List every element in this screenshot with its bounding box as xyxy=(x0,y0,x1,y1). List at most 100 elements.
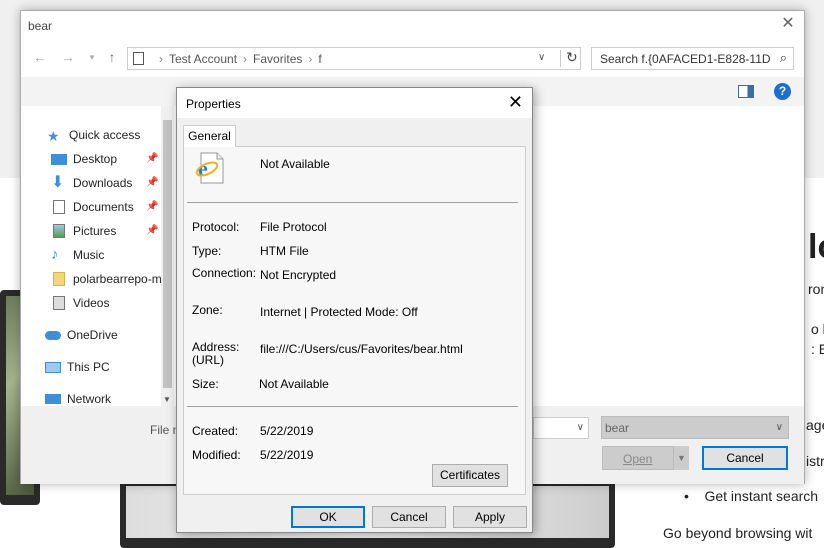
type-label: Type: xyxy=(192,244,222,258)
sidebar-item-label: OneDrive xyxy=(67,328,118,342)
up-arrow-icon[interactable]: ↑ xyxy=(105,49,119,65)
tab-general[interactable]: General xyxy=(183,125,236,147)
address-bar[interactable]: › Test Account › Favorites › f ∨ ↻ xyxy=(127,47,581,70)
sidebar-item-this-pc[interactable]: This PC xyxy=(45,357,110,377)
sidebar-item-pictures[interactable]: Pictures xyxy=(51,221,116,241)
pin-icon[interactable]: 📌 xyxy=(146,177,158,188)
open-dropdown-arrow-icon[interactable]: ▼ xyxy=(673,446,689,470)
apply-button[interactable]: Apply xyxy=(453,506,527,528)
bg-line-1: ron xyxy=(808,281,824,297)
videos-icon xyxy=(53,296,65,310)
zone-value: Internet | Protected Mode: Off xyxy=(260,305,418,319)
sidebar-item-documents[interactable]: Documents xyxy=(51,197,134,217)
properties-title: Properties xyxy=(186,97,241,111)
desktop-folder-icon xyxy=(51,153,67,165)
modified-label: Modified: xyxy=(192,448,241,462)
sidebar-item-label: polarbearrepo-m xyxy=(73,272,162,286)
sidebar-scrollbar[interactable]: ▼ xyxy=(161,106,174,406)
documents-icon xyxy=(53,200,65,214)
connection-label: Connection: xyxy=(192,266,257,280)
pictures-icon xyxy=(53,224,65,238)
certificates-button[interactable]: Certificates xyxy=(432,464,508,487)
scroll-down-arrow-icon[interactable]: ▼ xyxy=(163,395,171,404)
download-arrow-icon: ⬇ xyxy=(51,174,65,191)
size-value: Not Available xyxy=(259,377,329,391)
search-input[interactable]: Search f.{0AFACED1-E828-11D... ⌕ xyxy=(591,47,794,70)
divider xyxy=(187,202,518,203)
sidebar-item-quick-access[interactable]: ★ Quick access xyxy=(47,125,140,145)
cancel-button[interactable]: Cancel xyxy=(702,446,788,470)
bg-line-3: : Ex xyxy=(811,341,824,357)
created-label: Created: xyxy=(192,424,239,438)
close-icon[interactable]: ✕ xyxy=(780,16,796,32)
bg-line-2: o br xyxy=(811,321,824,337)
zone-label: Zone: xyxy=(192,303,223,317)
chevron-down-icon[interactable]: ∨ xyxy=(776,422,783,433)
sidebar-item-label: Desktop xyxy=(73,152,118,166)
properties-titlebar: Properties ✕ xyxy=(177,88,532,118)
sidebar-item-label: Music xyxy=(73,248,105,262)
pin-icon[interactable]: 📌 xyxy=(146,153,158,164)
sidebar-item-polarbearrepo[interactable]: polarbearrepo-m xyxy=(51,269,162,289)
file-type-value: bear xyxy=(605,421,630,435)
bg-line-4: age xyxy=(806,417,824,433)
file-type-select[interactable]: bear ∨ xyxy=(601,416,789,439)
navigation-pane: ★ Quick access Desktop 📌 ⬇ Downloads 📌 Doc… xyxy=(21,106,174,406)
sidebar-item-desktop[interactable]: Desktop xyxy=(51,149,117,169)
properties-cancel-button[interactable]: Cancel xyxy=(372,506,446,528)
pin-icon[interactable]: 📌 xyxy=(146,201,158,212)
preview-pane-icon[interactable] xyxy=(738,85,754,98)
sidebar-item-label: Network xyxy=(67,392,112,406)
refresh-icon[interactable]: ↻ xyxy=(566,49,578,66)
forward-arrow-icon[interactable]: → xyxy=(61,49,75,65)
recent-chevron-icon[interactable]: ▾ xyxy=(85,49,99,65)
scrollbar-thumb[interactable] xyxy=(163,120,172,388)
cloud-icon xyxy=(45,330,61,340)
name-value: Not Available xyxy=(260,157,330,171)
sidebar-item-videos[interactable]: Videos xyxy=(51,293,109,313)
sidebar-item-label: Documents xyxy=(73,200,134,214)
address-divider xyxy=(560,50,561,67)
bg-heading: lo xyxy=(808,228,824,266)
sidebar-item-label: Pictures xyxy=(73,224,117,238)
pin-icon[interactable]: 📌 xyxy=(146,225,158,236)
protocol-label: Protocol: xyxy=(192,220,240,234)
address-label: Address: xyxy=(192,340,240,354)
file-name-label: File n xyxy=(150,423,180,437)
chevron-down-icon[interactable]: ∨ xyxy=(538,52,545,63)
bg-footer: Go beyond browsing wit xyxy=(663,525,813,541)
general-tab-panel xyxy=(183,146,526,495)
chevron-down-icon[interactable]: ∨ xyxy=(577,422,584,433)
breadcrumb-item[interactable]: Favorites xyxy=(253,52,302,66)
bg-bullet-text: Get instant search xyxy=(704,488,819,504)
created-value: 5/22/2019 xyxy=(260,424,314,438)
document-icon xyxy=(133,52,144,65)
address-value: file:///C:/Users/cus/Favorites/bear.html xyxy=(260,342,463,356)
close-icon[interactable]: ✕ xyxy=(508,93,523,111)
file-dialog-title: bear xyxy=(28,19,53,33)
breadcrumb-separator: › xyxy=(159,52,163,66)
ok-button[interactable]: OK xyxy=(291,506,365,528)
sidebar-item-downloads[interactable]: ⬇ Downloads xyxy=(51,173,132,193)
help-icon[interactable]: ? xyxy=(774,83,791,100)
sidebar-item-label: Videos xyxy=(73,296,110,310)
search-placeholder: Search f.{0AFACED1-E828-11D... xyxy=(600,52,770,66)
type-value: HTM File xyxy=(260,244,309,258)
sidebar-item-onedrive[interactable]: OneDrive xyxy=(45,325,118,345)
properties-dialog: Properties ✕ General e Not Available Pro… xyxy=(176,87,533,533)
breadcrumb-separator: › xyxy=(243,52,248,66)
protocol-value: File Protocol xyxy=(260,220,327,234)
url-label: (URL) xyxy=(192,353,224,367)
connection-value: Not Encrypted xyxy=(260,268,337,282)
back-arrow-icon[interactable]: ← xyxy=(33,49,47,65)
modified-value: 5/22/2019 xyxy=(260,448,314,462)
breadcrumb-item[interactable]: Test Account xyxy=(169,52,237,66)
bg-line-5: istr xyxy=(806,453,824,469)
breadcrumb-item[interactable]: f xyxy=(318,52,321,66)
sidebar-item-music[interactable]: ♪ Music xyxy=(51,245,104,265)
search-icon: ⌕ xyxy=(779,50,787,65)
sidebar-item-label: This PC xyxy=(67,360,110,374)
breadcrumb: › Test Account › Favorites › f xyxy=(153,52,322,66)
file-name-input[interactable]: ∨ xyxy=(533,417,589,439)
folder-icon xyxy=(53,272,65,286)
